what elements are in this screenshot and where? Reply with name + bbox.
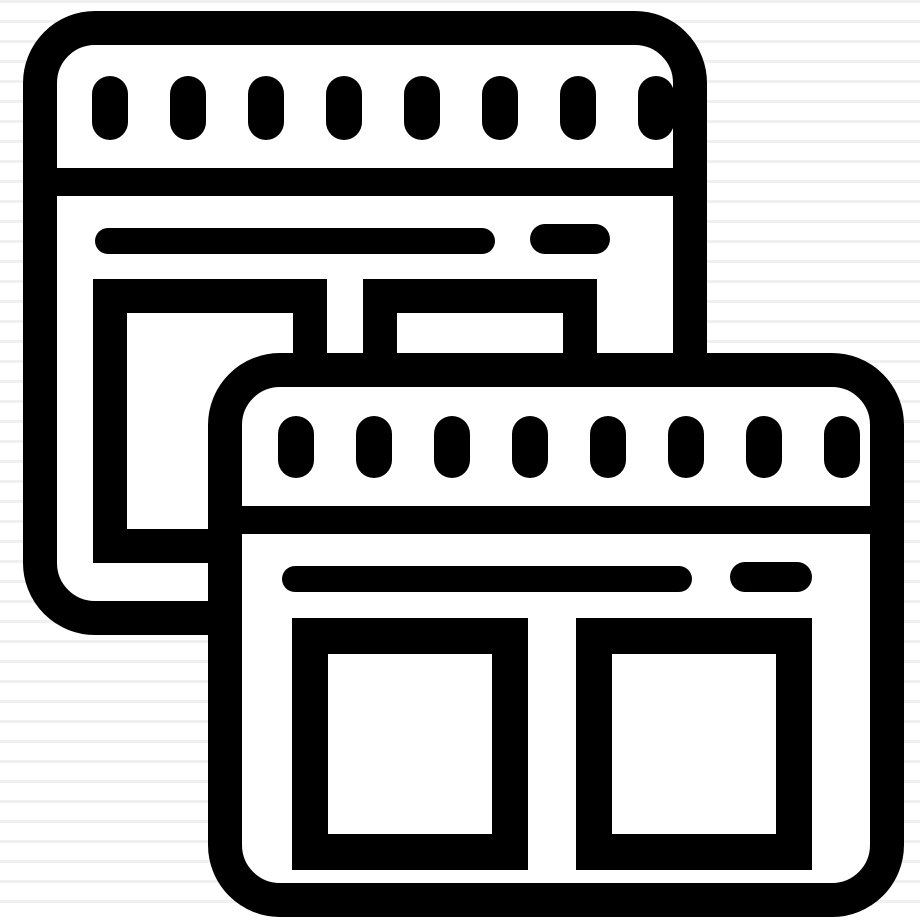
icon-canvas	[0, 0, 920, 920]
front-window	[225, 370, 887, 900]
dual-browser-windows-icon	[0, 0, 920, 920]
